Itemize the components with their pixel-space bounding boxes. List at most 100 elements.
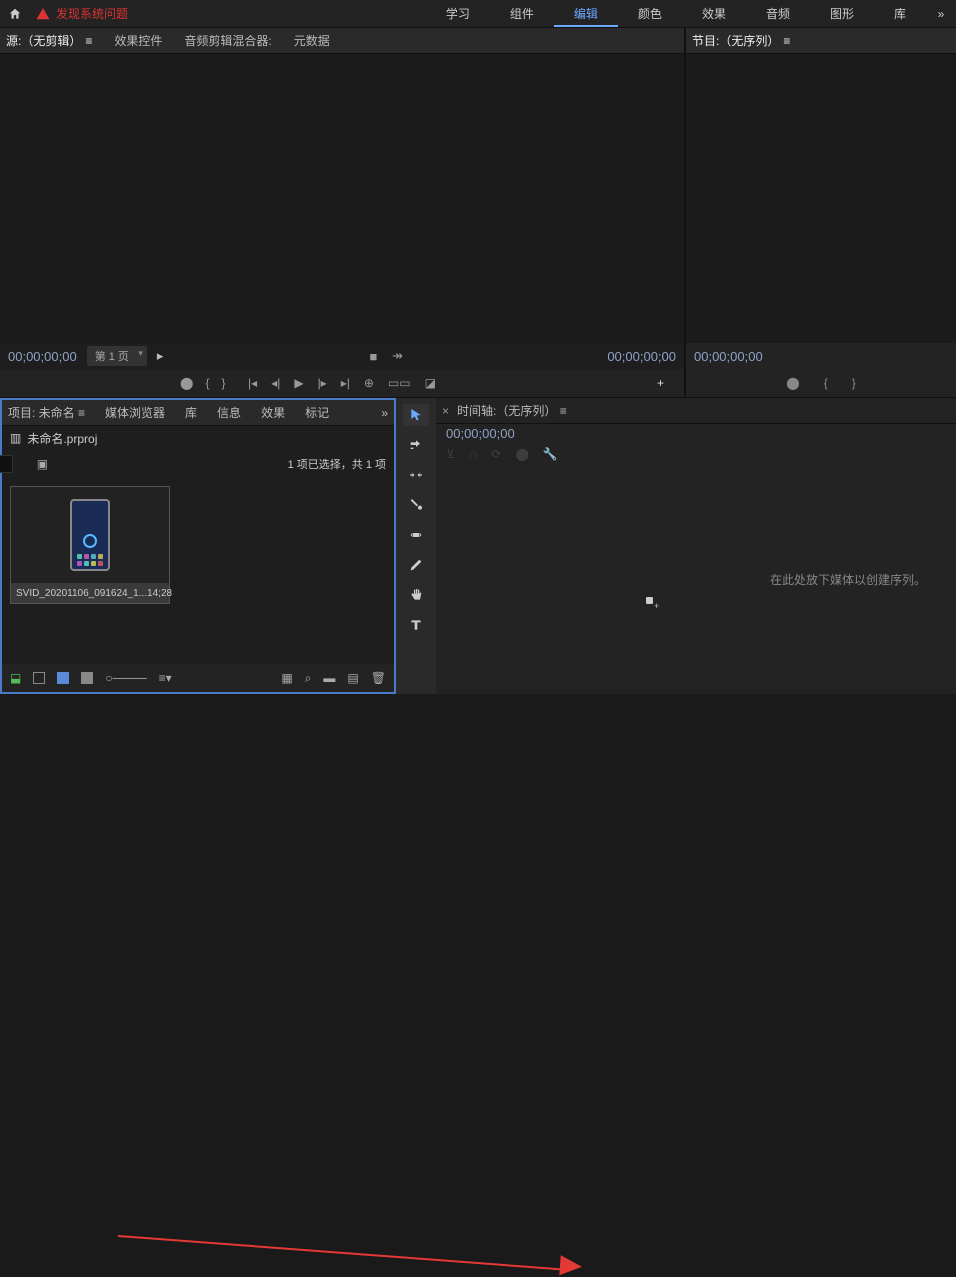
tab-project[interactable]: 项目: 未命名 ≡ [8, 404, 85, 421]
program-transport: ⬤ { } [686, 369, 956, 397]
snap-icon[interactable]: ⊻ [446, 447, 455, 461]
source-tc-right: 00;00;00;00 [607, 349, 676, 364]
timeline-panel: × 时间轴:（无序列） ≡ 00;00;00;00 ⊻ ∩ ⟳ ⬤ 🔧 在此处放… [436, 398, 956, 694]
tab-markers[interactable]: 标记 [305, 404, 329, 421]
in-point-icon[interactable]: { [205, 376, 209, 390]
top-nav: 学习组件编辑颜色效果音频图形库 [426, 0, 926, 27]
automate-icon[interactable]: ▦ [281, 671, 292, 685]
nav-效果[interactable]: 效果 [682, 0, 746, 27]
freeform-view-icon[interactable] [81, 672, 93, 684]
nav-颜色[interactable]: 颜色 [618, 0, 682, 27]
button-editor-icon[interactable]: + [657, 376, 664, 390]
tab-library[interactable]: 库 [185, 404, 197, 421]
source-monitor-panel: 源:（无剪辑） ≡ 效果控件 音频剪辑混合器: 元数据 00;00;00;00 … [0, 28, 686, 397]
insert-icon[interactable]: ⊕ [364, 376, 374, 390]
play-icon[interactable]: ▶ [294, 376, 303, 390]
source-view [0, 54, 684, 343]
program-monitor-panel: 节目:（无序列） ≡ 00;00;00;00 ⬤ { } [686, 28, 956, 397]
timeline-empty-text: 在此处放下媒体以创建序列。 [770, 571, 926, 588]
menu-icon: ≡ [783, 34, 790, 48]
out-point-icon[interactable]: } [852, 376, 856, 390]
link-icon[interactable]: ⟳ [491, 447, 501, 461]
tab-metadata[interactable]: 元数据 [294, 32, 330, 49]
type-tool[interactable] [403, 614, 429, 636]
source-transport: ⬤ { } |◂ ◂| ▶ |▸ ▸| ⊕ ▭▭ ◪ + [0, 369, 684, 397]
project-panel: 项目: 未命名 ≡ 媒体浏览器 库 信息 效果 标记 » ▥ 未命名.prpro… [0, 398, 396, 694]
slip-tool[interactable] [403, 524, 429, 546]
overlay-icon[interactable]: ↠ [390, 349, 404, 363]
project-search-input[interactable] [0, 455, 13, 473]
menu-icon: ≡ [85, 34, 92, 48]
program-tc: 00;00;00;00 [694, 349, 763, 364]
marker-icon[interactable]: ⬤ [180, 376, 193, 390]
marker-icon[interactable]: ⬤ [515, 447, 528, 461]
tools-panel [396, 398, 436, 694]
new-bin-icon[interactable]: ▬ [323, 671, 335, 685]
marker-icon[interactable]: ⬤ [786, 376, 799, 390]
play-arrow-icon[interactable]: ▸ [157, 348, 164, 364]
ripple-edit-tool[interactable] [403, 464, 429, 486]
clip-thumbnail [11, 487, 169, 583]
drag-cursor-icon [646, 597, 658, 609]
tab-program[interactable]: 节目:（无序列） ≡ [692, 32, 790, 49]
go-to-out-icon[interactable]: ▸| [341, 376, 350, 390]
project-footer: ⬓ ○──── ≡▾ ▦ ⌕ ▬ ▤ 🗑 [2, 664, 394, 692]
magnet-icon[interactable]: ∩ [469, 447, 478, 461]
out-point-icon[interactable]: } [221, 376, 225, 390]
new-item-icon[interactable]: ▤ [347, 671, 358, 685]
overwrite-icon[interactable]: ▭▭ [388, 376, 411, 390]
go-to-in-icon[interactable]: |◂ [248, 376, 257, 390]
nav-overflow[interactable]: » [926, 7, 956, 21]
warning-text: 发现系统问题 [56, 5, 128, 22]
selection-count: 1 项已选择，共 1 项 [288, 456, 386, 472]
settings-icon[interactable]: 🔧 [543, 447, 558, 461]
icon-view-icon[interactable] [57, 672, 69, 684]
track-select-tool[interactable] [403, 434, 429, 456]
stop-icon[interactable]: ■ [366, 349, 380, 363]
find-icon[interactable]: ⌕ [305, 671, 312, 686]
trash-icon[interactable]: 🗑 [371, 671, 386, 685]
hand-tool[interactable] [403, 584, 429, 606]
project-overflow[interactable]: » [381, 406, 388, 420]
razor-tool[interactable] [403, 494, 429, 516]
export-frame-icon[interactable]: ◪ [425, 376, 436, 390]
tab-audio-mixer[interactable]: 音频剪辑混合器: [184, 32, 271, 49]
lock-icon[interactable]: ⬓ [10, 671, 21, 685]
nav-音频[interactable]: 音频 [746, 0, 810, 27]
tab-media-browser[interactable]: 媒体浏览器 [105, 404, 165, 421]
system-warning[interactable]: 发现系统问题 [36, 5, 128, 22]
pen-tool[interactable] [403, 554, 429, 576]
close-tab-icon[interactable]: × [442, 404, 449, 418]
project-bin[interactable]: SVID_20201106_091624_1... 14;28 [2, 478, 394, 664]
source-timecode-bar: 00;00;00;00 第 1 页 ▸ ■ ↠ 00;00;00;00 [0, 343, 684, 369]
folder-icon[interactable]: ▣ [37, 457, 48, 471]
selection-tool[interactable] [403, 404, 429, 426]
home-button[interactable] [0, 7, 30, 21]
step-fwd-icon[interactable]: |▸ [318, 376, 327, 390]
source-page-select[interactable]: 第 1 页 [87, 346, 147, 366]
nav-编辑[interactable]: 编辑 [554, 0, 618, 27]
tab-effect-controls[interactable]: 效果控件 [114, 32, 162, 49]
step-back-icon[interactable]: ◂| [271, 376, 280, 390]
nav-组件[interactable]: 组件 [490, 0, 554, 27]
tab-timeline[interactable]: 时间轴:（无序列） ≡ [457, 402, 567, 419]
tab-source[interactable]: 源:（无剪辑） ≡ [6, 32, 92, 49]
clip-name: SVID_20201106_091624_1... [16, 588, 147, 599]
tab-info[interactable]: 信息 [217, 404, 241, 421]
timeline-toolbar: ⊻ ∩ ⟳ ⬤ 🔧 [436, 443, 956, 465]
media-clip[interactable]: SVID_20201106_091624_1... 14;28 [10, 486, 170, 604]
nav-学习[interactable]: 学习 [426, 0, 490, 27]
source-tc-left: 00;00;00;00 [8, 349, 77, 364]
sort-icon[interactable]: ≡▾ [159, 671, 172, 685]
in-point-icon[interactable]: { [824, 376, 828, 390]
zoom-slider[interactable]: ○──── [105, 671, 146, 685]
list-view-icon[interactable] [33, 672, 45, 684]
program-view [686, 54, 956, 343]
project-filename: 未命名.prproj [27, 430, 97, 447]
timeline-tc: 00;00;00;00 [446, 426, 515, 441]
nav-库[interactable]: 库 [874, 0, 926, 27]
tab-effects[interactable]: 效果 [261, 404, 285, 421]
bin-icon: ▥ [10, 431, 21, 445]
nav-图形[interactable]: 图形 [810, 0, 874, 27]
timeline-drop-area[interactable]: 在此处放下媒体以创建序列。 [436, 465, 956, 694]
